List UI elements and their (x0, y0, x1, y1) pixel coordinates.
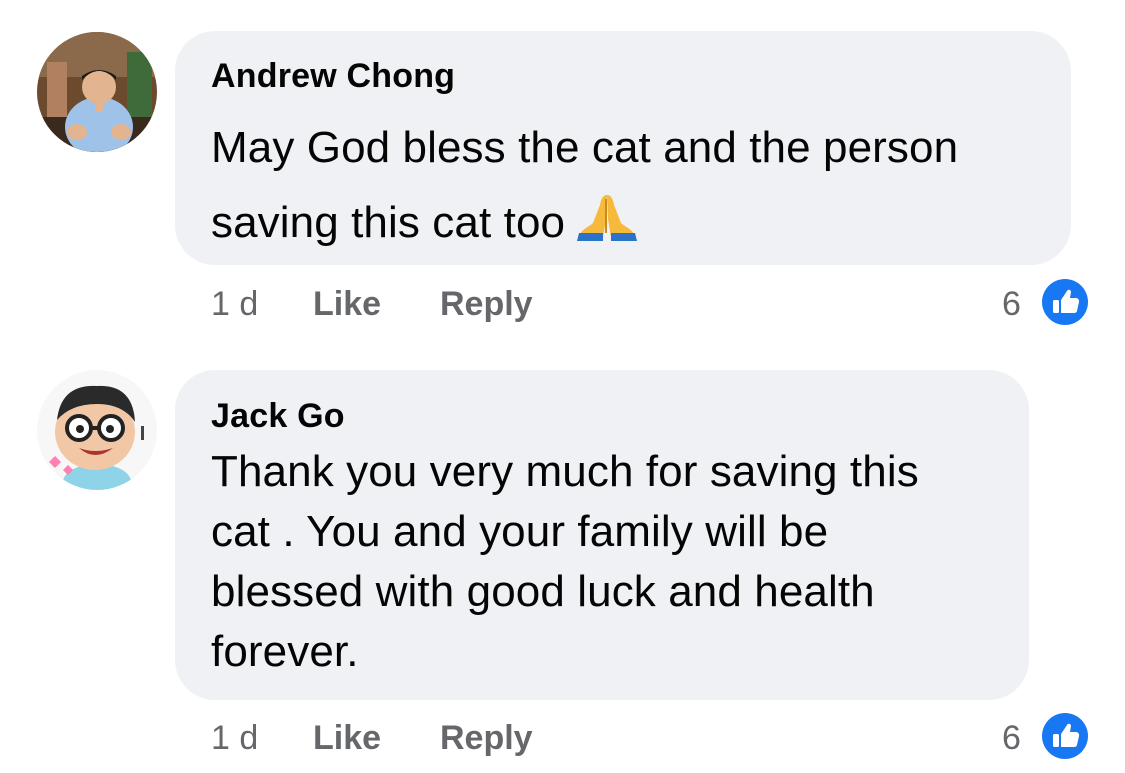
comment-author[interactable]: Jack Go (211, 397, 345, 436)
comment-text-line-with-emoji: saving this cat too (211, 185, 958, 264)
comment-text-line: May God bless the cat and the person (211, 123, 959, 172)
comment-text-line: saving this cat too (211, 198, 566, 247)
comment-text-line: Thank you very much for saving this (211, 447, 919, 496)
comment-text: May God bless the cat and the person sav… (211, 110, 958, 264)
comment-timestamp: 1 d (211, 719, 259, 757)
thumbs-up-icon (1042, 713, 1088, 759)
avatar-cartoon-icon (37, 370, 157, 490)
reply-link[interactable]: Reply (440, 719, 533, 758)
comment-timestamp: 1 d (211, 285, 259, 323)
reaction-badge[interactable] (1041, 278, 1089, 326)
avatar[interactable] (37, 370, 157, 490)
like-link[interactable]: Like (313, 285, 381, 324)
avatar-photo-icon (37, 32, 157, 152)
comment-text-line: cat . You and your family will be (211, 507, 829, 556)
folded-hands-icon (575, 189, 639, 264)
like-link[interactable]: Like (313, 719, 381, 758)
reaction-count[interactable]: 6 (1002, 719, 1021, 758)
avatar[interactable] (37, 32, 157, 152)
comment-text-line: forever. (211, 627, 359, 676)
comment-text-line: blessed with good luck and health (211, 567, 875, 616)
comment-author[interactable]: Andrew Chong (211, 57, 455, 96)
comment-text: Thank you very much for saving this cat … (211, 442, 919, 682)
reaction-count[interactable]: 6 (1002, 285, 1021, 324)
thumbs-up-icon (1042, 279, 1088, 325)
reaction-badge[interactable] (1041, 712, 1089, 760)
reply-link[interactable]: Reply (440, 285, 533, 324)
